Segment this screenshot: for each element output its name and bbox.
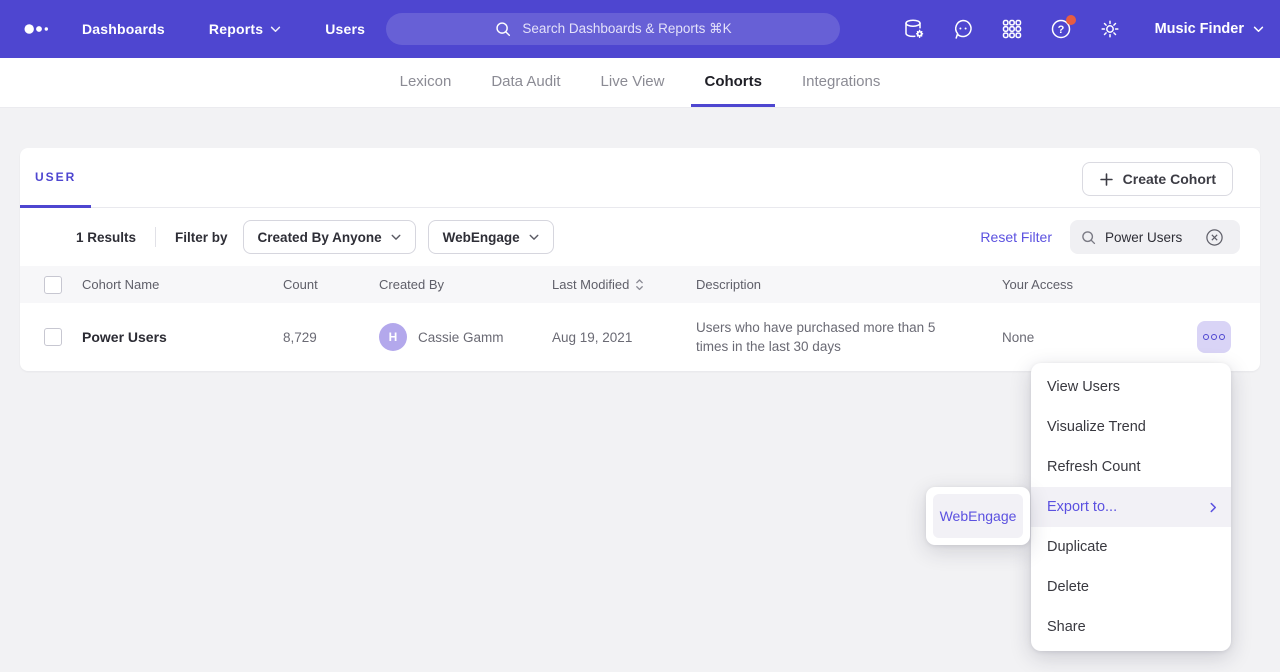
menu-item-label: Export to...	[1047, 499, 1117, 515]
menu-item-view-users[interactable]: View Users	[1031, 367, 1231, 407]
header-description: Description	[696, 277, 1002, 292]
menu-item-label: Visualize Trend	[1047, 419, 1146, 435]
cohort-search-box	[1070, 220, 1240, 254]
reset-filter-link[interactable]: Reset Filter	[980, 229, 1052, 245]
header-last-modified-label: Last Modified	[552, 277, 629, 292]
filter-bar: 1 Results Filter by Created By Anyone We…	[20, 208, 1260, 266]
table-header-row: Cohort Name Count Created By Last Modifi…	[20, 266, 1260, 303]
access-value: None	[1002, 330, 1034, 345]
notification-dot	[1066, 15, 1076, 25]
search-icon	[494, 20, 512, 38]
submenu-item-webengage[interactable]: WebEngage	[933, 494, 1023, 538]
tab-lexicon-label: Lexicon	[400, 73, 452, 90]
menu-item-label: Share	[1047, 619, 1086, 635]
tab-cohorts-label: Cohorts	[704, 73, 762, 90]
chevron-down-icon	[391, 234, 401, 241]
sort-icon[interactable]	[635, 278, 644, 291]
tab-integrations[interactable]: Integrations	[789, 58, 893, 107]
menu-item-refresh-count[interactable]: Refresh Count	[1031, 447, 1231, 487]
menu-item-label: Refresh Count	[1047, 459, 1141, 475]
menu-item-label: View Users	[1047, 379, 1120, 395]
menu-item-export-to[interactable]: Export to...	[1031, 487, 1231, 527]
header-count: Count	[283, 277, 379, 292]
menu-item-delete[interactable]: Delete	[1031, 567, 1231, 607]
settings-gear-icon[interactable]	[1098, 17, 1122, 41]
select-all-checkbox[interactable]	[44, 276, 62, 294]
submenu-item-label: WebEngage	[940, 508, 1017, 524]
nav-dashboards-label: Dashboards	[82, 21, 165, 37]
header-last-modified[interactable]: Last Modified	[552, 277, 696, 292]
chevron-down-icon	[529, 234, 539, 241]
tab-lexicon[interactable]: Lexicon	[387, 58, 465, 107]
top-navbar: Dashboards Reports Users Search Dashboar…	[0, 0, 1280, 58]
data-management-icon[interactable]	[902, 17, 926, 41]
menu-item-visualize-trend[interactable]: Visualize Trend	[1031, 407, 1231, 447]
messages-icon[interactable]	[951, 17, 975, 41]
dot	[1211, 334, 1217, 340]
integration-filter-dropdown[interactable]: WebEngage	[428, 220, 554, 254]
cohort-count: 8,729	[283, 330, 379, 345]
help-icon[interactable]: ?	[1049, 17, 1073, 41]
menu-item-duplicate[interactable]: Duplicate	[1031, 527, 1231, 567]
tab-cohorts[interactable]: Cohorts	[691, 58, 775, 107]
data-management-tabs: Lexicon Data Audit Live View Cohorts Int…	[0, 58, 1280, 108]
row-checkbox[interactable]	[44, 328, 62, 346]
apps-grid-icon[interactable]	[1000, 17, 1024, 41]
tab-integrations-label: Integrations	[802, 73, 880, 90]
nav-dashboards[interactable]: Dashboards	[82, 21, 165, 37]
header-your-access: Your Access	[1002, 277, 1260, 292]
cohort-type-tabs: USER Create Cohort	[20, 148, 1260, 208]
create-cohort-button[interactable]: Create Cohort	[1082, 162, 1233, 196]
create-cohort-label: Create Cohort	[1123, 171, 1216, 187]
header-created-by: Created By	[379, 277, 552, 292]
chevron-right-icon	[1210, 502, 1217, 513]
project-name: Music Finder	[1155, 21, 1244, 37]
cohort-name-link[interactable]: Power Users	[82, 329, 167, 345]
tab-user-cohorts[interactable]: USER	[20, 149, 91, 208]
nav-users-label: Users	[325, 21, 365, 37]
filter-by-label: Filter by	[175, 230, 228, 245]
global-search-placeholder: Search Dashboards & Reports ⌘K	[522, 21, 731, 37]
menu-item-label: Duplicate	[1047, 539, 1107, 555]
chevron-down-icon	[270, 26, 281, 33]
nav-reports-label: Reports	[209, 21, 263, 37]
tab-data-audit-label: Data Audit	[491, 73, 560, 90]
plus-icon	[1099, 172, 1114, 187]
project-switcher[interactable]: Music Finder	[1155, 21, 1264, 37]
table-row: Power Users 8,729 H Cassie Gamm Aug 19, …	[20, 303, 1260, 371]
mixpanel-logo-icon[interactable]	[24, 22, 56, 36]
header-cohort-name: Cohort Name	[82, 277, 283, 292]
svg-text:?: ?	[1057, 24, 1064, 36]
cohorts-panel: USER Create Cohort 1 Results Filter by C…	[20, 148, 1260, 371]
tab-user-label: USER	[35, 170, 76, 184]
dot	[1219, 334, 1225, 340]
nav-users[interactable]: Users	[325, 21, 365, 37]
cohort-search-input[interactable]	[1105, 230, 1197, 245]
topbar-actions: ? Music Finder	[902, 0, 1264, 58]
created-by-filter-dropdown[interactable]: Created By Anyone	[243, 220, 416, 254]
menu-item-share[interactable]: Share	[1031, 607, 1231, 647]
cohort-description: Users who have purchased more than 5 tim…	[696, 318, 948, 356]
clear-search-icon[interactable]	[1205, 228, 1224, 247]
avatar: H	[379, 323, 407, 351]
search-icon	[1080, 229, 1097, 246]
export-submenu: WebEngage	[926, 487, 1030, 545]
tab-data-audit[interactable]: Data Audit	[478, 58, 573, 107]
dot	[1203, 334, 1209, 340]
nav-reports[interactable]: Reports	[209, 21, 281, 37]
tab-live-view-label: Live View	[601, 73, 665, 90]
top-nav-links: Dashboards Reports Users	[82, 21, 365, 37]
cohort-actions-menu: View Users Visualize Trend Refresh Count…	[1031, 363, 1231, 651]
integration-filter-value: WebEngage	[443, 230, 520, 245]
created-by-name: Cassie Gamm	[418, 330, 504, 345]
row-actions-button[interactable]	[1197, 321, 1231, 353]
divider	[155, 227, 156, 247]
last-modified-date: Aug 19, 2021	[552, 330, 696, 345]
global-search-bar[interactable]: Search Dashboards & Reports ⌘K	[386, 13, 840, 45]
tab-live-view[interactable]: Live View	[588, 58, 678, 107]
menu-item-label: Delete	[1047, 579, 1089, 595]
results-count: 1 Results	[76, 230, 136, 245]
created-by-filter-value: Created By Anyone	[258, 230, 382, 245]
chevron-down-icon	[1253, 26, 1264, 33]
